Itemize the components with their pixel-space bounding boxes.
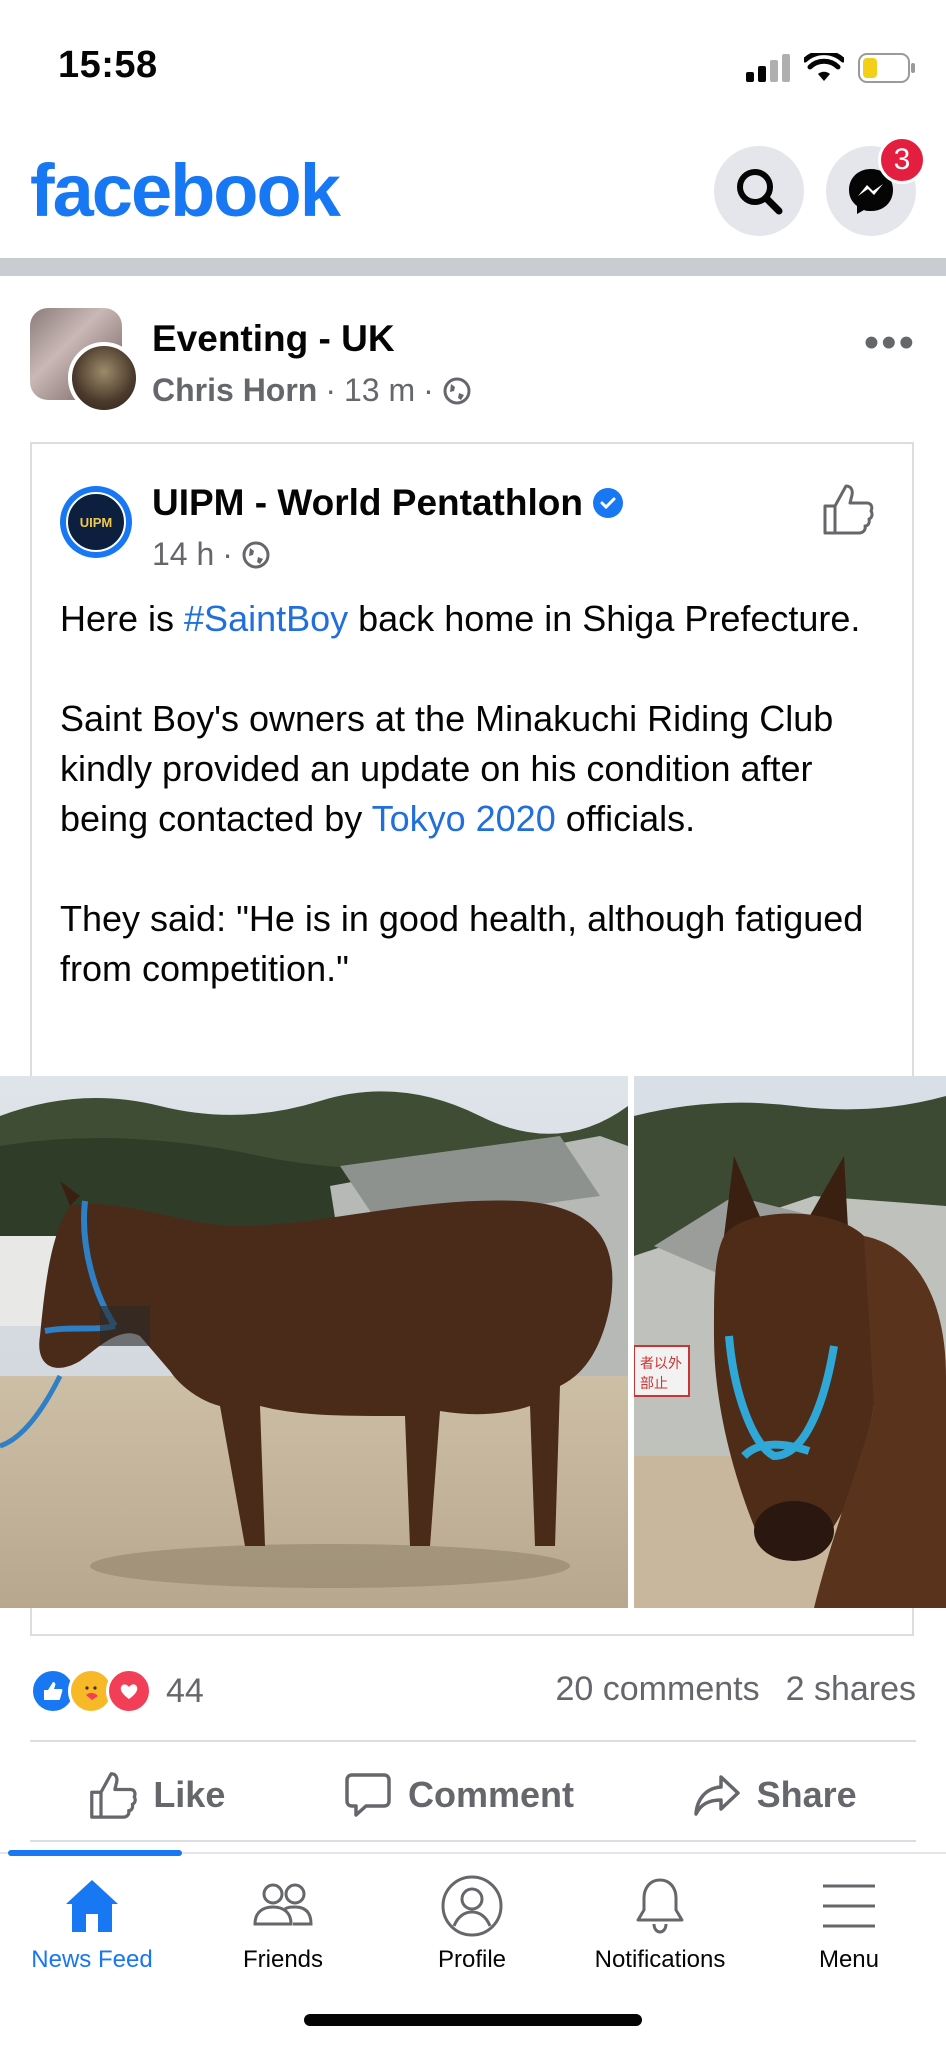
friends-icon — [253, 1883, 313, 1926]
post-paragraph: Here is #SaintBoy back home in Shiga Pre… — [60, 594, 900, 644]
text-segment: officials. — [555, 798, 696, 839]
divider — [30, 1740, 916, 1742]
svg-text:者以外: 者以外 — [640, 1356, 682, 1372]
share-label: Share — [756, 1774, 857, 1815]
shared-post-time[interactable]: 14 h — [152, 536, 214, 573]
home-icon — [66, 1880, 118, 1932]
reaction-count: 44 — [166, 1671, 204, 1710]
wifi-icon — [804, 53, 844, 81]
search-button[interactable] — [714, 146, 804, 236]
shared-post-text: Here is #SaintBoy back home in Shiga Pre… — [60, 594, 900, 1044]
verified-badge-icon — [592, 488, 623, 518]
tab-menu[interactable]: Menu — [754, 1874, 944, 1974]
share-button[interactable]: Share — [693, 1773, 857, 1817]
text-segment: back home in Shiga Prefecture. — [348, 598, 861, 639]
post-meta: Chris Horn · 13 m · — [152, 372, 472, 409]
shared-post-meta: 14 h · — [152, 536, 271, 573]
tab-profile[interactable]: Profile — [377, 1874, 567, 1974]
thumbs-up-icon — [90, 1772, 138, 1819]
more-options-icon[interactable]: ••• — [864, 318, 916, 368]
battery-icon — [858, 53, 915, 83]
post-actions: Like Comment Share — [30, 1752, 916, 1838]
post-time[interactable]: 13 m — [344, 372, 415, 409]
shared-like-button[interactable] — [822, 482, 874, 541]
tab-label: News Feed — [31, 1946, 153, 1973]
thumbs-up-icon — [823, 484, 874, 535]
comment-icon — [345, 1773, 391, 1817]
tab-notifications[interactable]: Notifications — [565, 1874, 755, 1974]
like-label: Like — [153, 1774, 226, 1815]
messenger-badge: 3 — [878, 136, 926, 184]
tab-news-feed[interactable]: News Feed — [0, 1874, 187, 1974]
hashtag-link[interactable]: #SaintBoy — [184, 598, 348, 639]
group-name[interactable]: Eventing - UK — [152, 318, 395, 360]
comments-count[interactable]: 20 comments — [556, 1670, 760, 1709]
meta-separator: · — [325, 372, 336, 408]
bell-icon — [636, 1878, 684, 1934]
tab-label: Profile — [437, 1946, 507, 1973]
page-avatar[interactable]: UIPM — [60, 486, 132, 558]
active-tab-indicator — [8, 1850, 182, 1856]
facebook-logo[interactable]: facebook — [30, 148, 341, 233]
meta-separator: · — [222, 536, 233, 572]
search-icon — [737, 169, 783, 215]
uipm-logo-text: UIPM — [66, 492, 126, 552]
post-paragraph: They said: "He is in good health, althou… — [60, 898, 864, 989]
home-indicator[interactable] — [304, 2014, 642, 2026]
status-icons — [746, 50, 916, 86]
tab-friends[interactable]: Friends — [188, 1874, 378, 1974]
page-name-text[interactable]: UIPM - World Pentathlon — [152, 482, 583, 524]
reactions-summary[interactable]: 44 — [30, 1668, 204, 1714]
tab-label: Friends — [242, 1946, 324, 1973]
globe-icon — [443, 377, 471, 404]
comment-button[interactable]: Comment — [344, 1771, 574, 1819]
text-segment: Here is — [60, 598, 185, 639]
tab-label: Menu — [818, 1946, 880, 1973]
svg-text:部止: 部止 — [640, 1376, 668, 1392]
comment-label: Comment — [407, 1774, 574, 1815]
post-paragraph: Saint Boy's owners at the Minakuchi Ridi… — [60, 694, 900, 844]
messenger-button[interactable]: 3 — [826, 136, 926, 236]
globe-icon — [242, 541, 270, 568]
divider — [30, 1840, 916, 1842]
author-name[interactable]: Chris Horn — [152, 372, 317, 409]
header-divider — [0, 258, 946, 276]
menu-icon — [823, 1884, 875, 1928]
tab-label: Notifications — [594, 1946, 726, 1973]
status-time: 15:58 — [58, 44, 158, 86]
share-icon — [693, 1775, 740, 1816]
love-reaction-icon — [106, 1668, 152, 1714]
post-photo-2[interactable]: 者以外 部止 — [634, 1076, 946, 1608]
page-name[interactable]: UIPM - World Pentathlon — [152, 482, 623, 524]
signal-icon — [746, 54, 790, 82]
mention-link[interactable]: Tokyo 2020 — [372, 798, 556, 839]
meta-separator: · — [423, 372, 434, 408]
author-avatar[interactable] — [68, 342, 140, 414]
like-button[interactable]: Like — [89, 1770, 225, 1820]
engagement-counts: 20 comments 2 shares — [556, 1670, 917, 1709]
post-photo-1[interactable] — [0, 1076, 628, 1608]
profile-icon — [441, 1875, 503, 1937]
shares-count[interactable]: 2 shares — [786, 1670, 916, 1709]
